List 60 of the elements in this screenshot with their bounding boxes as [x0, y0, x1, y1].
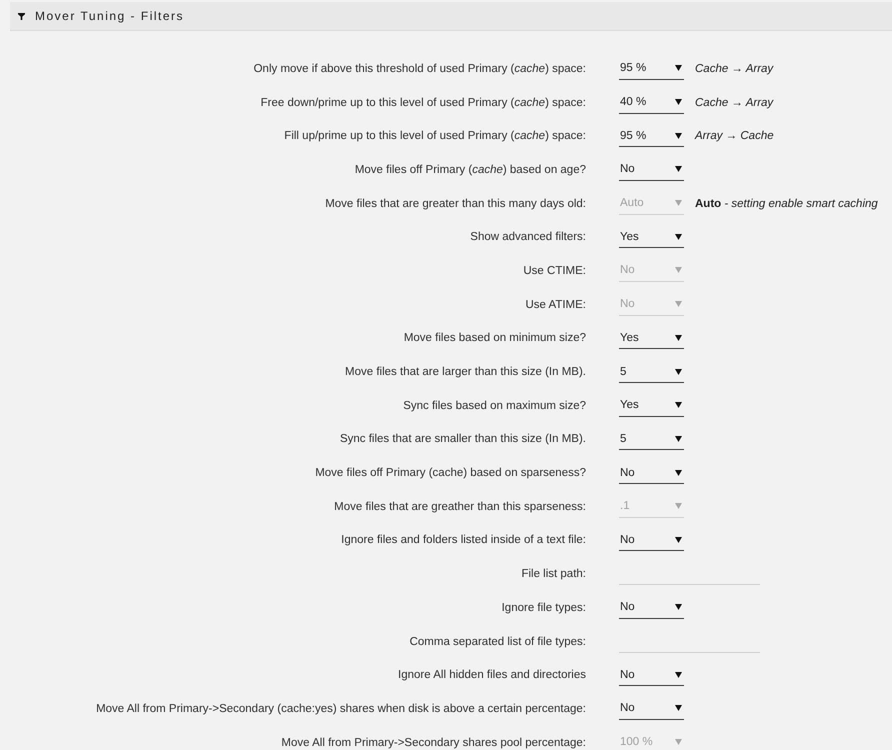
caret-icon [675, 402, 682, 408]
setting-label: Move files that are greater than this many days old: [324, 198, 586, 210]
dropdown[interactable]: Yes [619, 327, 684, 350]
caret-icon [675, 234, 682, 240]
dropdown[interactable]: 40 % [619, 92, 684, 114]
dropdown[interactable]: No [619, 596, 684, 619]
caret-icon [675, 705, 682, 712]
dropdown[interactable]: No [619, 462, 684, 484]
setting-label: Free down/prime up to this level of used Primary (cache) space: [260, 96, 586, 109]
caret-icon [675, 334, 682, 341]
dropdown[interactable]: No [619, 529, 684, 552]
setting-label: Fill up/prime up to this level of used Primary (cache) space: [283, 130, 586, 142]
hint-text: Cache → Array [695, 62, 774, 75]
dropdown[interactable]: No [619, 158, 684, 181]
dropdown[interactable]: 5 [619, 428, 684, 450]
setting-label: Move files that are greather than this sparseness: [333, 500, 586, 513]
dropdown[interactable]: 95 % [619, 125, 684, 148]
caret-icon [675, 132, 682, 139]
caret-icon [675, 200, 682, 206]
caret-icon [675, 166, 682, 172]
setting-label: Sync files that are smaller than this size (In MB). [338, 433, 586, 446]
dropdown[interactable]: 5 [619, 361, 684, 384]
caret-icon [675, 99, 682, 106]
dropdown[interactable]: Yes [619, 394, 684, 417]
setting-label: Move All from Primary->Secondary shares pool percentage: [280, 736, 586, 749]
setting-label: Ignore All hidden files and directories [397, 669, 586, 682]
setting-label: Use ATIME: [524, 298, 586, 311]
hint-text: Cache → Array [695, 96, 774, 109]
dropdown[interactable]: No [619, 664, 684, 686]
setting-label: Sync files based on maximum size? [402, 400, 586, 412]
setting-label: Move files based on minimum size? [402, 332, 586, 344]
setting-label: Comma separated list of file types: [408, 636, 586, 648]
caret-icon [675, 436, 682, 442]
setting-label: File list path: [520, 568, 586, 580]
setting-label: Move files off Primary (cache) based on age? [354, 164, 586, 176]
hint-text: Auto - setting enable smart caching [695, 198, 878, 210]
caret-icon [675, 536, 682, 543]
dropdown[interactable]: Yes [619, 226, 684, 248]
dropdown[interactable]: 95 % [619, 58, 684, 80]
caret-icon [675, 301, 682, 308]
caret-icon [675, 739, 682, 746]
hint-text: Array → Cache [695, 130, 774, 142]
caret-icon [675, 267, 682, 274]
caret-icon [675, 65, 682, 72]
setting-label: Ignore files and folders listed inside of a text file: [340, 534, 586, 546]
setting-label: Show advanced filters: [469, 231, 586, 244]
caret-icon [675, 604, 682, 610]
setting-label: Ignore file types: [500, 602, 586, 614]
setting-label: Move All from Primary->Secondary (cache:yes) shares when disk is above a certain percentage: [95, 702, 586, 715]
filter-icon [18, 12, 25, 20]
section-title: Mover Tuning - Filters [35, 9, 184, 23]
setting-label: Move files that are larger than this size (In MB). [344, 366, 586, 378]
setting-label: Only move if above this threshold of used Primary (cache) space: [252, 62, 586, 75]
caret-icon [675, 503, 682, 510]
caret-icon [675, 672, 682, 678]
setting-label: Use CTIME: [522, 264, 586, 277]
caret-icon [675, 368, 682, 375]
setting-label: Move files off Primary (cache) based on sparseness? [314, 467, 586, 480]
caret-icon [675, 470, 682, 476]
dropdown[interactable]: No [619, 698, 684, 720]
